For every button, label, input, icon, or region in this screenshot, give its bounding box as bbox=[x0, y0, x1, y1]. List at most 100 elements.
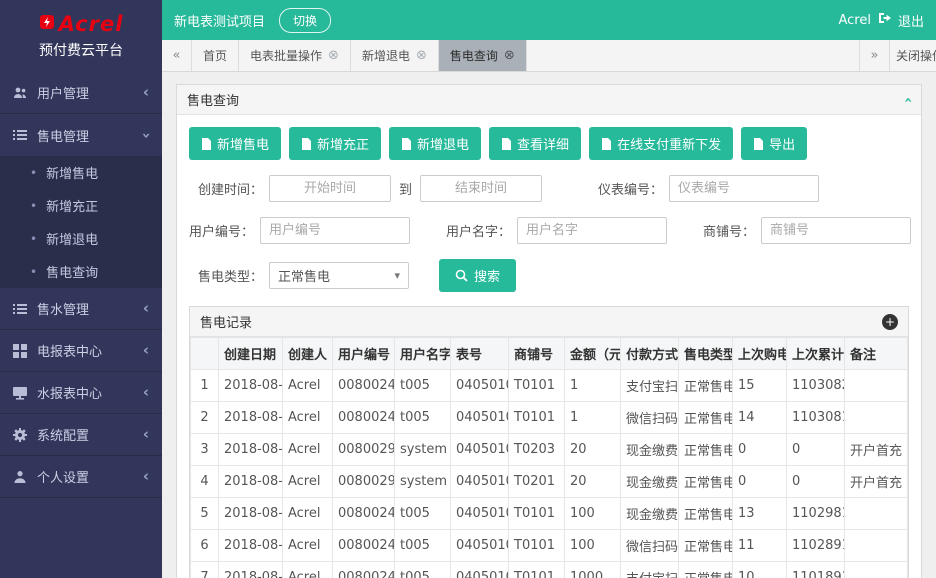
view-detail-button[interactable]: 查看详细 bbox=[489, 127, 581, 160]
table-cell: Acrel bbox=[283, 498, 333, 530]
user-no-input[interactable] bbox=[260, 217, 410, 244]
table-cell: 1102981. bbox=[787, 498, 845, 530]
table-cell: 0405010 bbox=[451, 370, 509, 402]
table-row[interactable]: 42018-08-Acrel0080029system0405010T02012… bbox=[191, 466, 908, 498]
table-cell: 正常售电 bbox=[679, 402, 733, 434]
sidebar-item-user-management[interactable]: 用户管理 ‹ bbox=[0, 72, 162, 114]
table-row[interactable]: 32018-08-Acrel0080029system0405010T02032… bbox=[191, 434, 908, 466]
tab-close-icon[interactable]: ⊗ bbox=[328, 48, 339, 63]
table-cell bbox=[845, 562, 908, 578]
sidebar-item-sale-query[interactable]: • 售电查询 bbox=[0, 255, 162, 288]
query-panel: 售电查询 ‹ 新增售电 新增充正 bbox=[176, 84, 922, 578]
table-cell: t005 bbox=[395, 370, 451, 402]
end-time-input[interactable] bbox=[420, 175, 542, 202]
table-cell: 开户首充 bbox=[845, 434, 908, 466]
chevron-left-icon: ‹ bbox=[143, 343, 149, 358]
sidebar-subitem-label: 新增退电 bbox=[46, 229, 98, 248]
search-button[interactable]: 搜索 bbox=[439, 259, 516, 292]
tab-home[interactable]: 首页 bbox=[192, 40, 239, 71]
table-cell: 现金缴费 bbox=[621, 466, 679, 498]
new-recharge-button[interactable]: 新增充正 bbox=[289, 127, 381, 160]
table-cell: 开户首充 bbox=[845, 466, 908, 498]
table-cell: 1103082. bbox=[787, 370, 845, 402]
online-pay-redispatch-button[interactable]: 在线支付重新下发 bbox=[589, 127, 733, 160]
sidebar-subitem-label: 新增售电 bbox=[46, 163, 98, 182]
tab-close-icon[interactable]: ⊗ bbox=[504, 48, 515, 63]
monitor-icon bbox=[13, 386, 37, 400]
tab-close-icon[interactable]: ⊗ bbox=[416, 48, 427, 63]
grid-icon bbox=[13, 344, 37, 358]
table-cell: t005 bbox=[395, 562, 451, 578]
sidebar-item-water-report-center[interactable]: 水报表中心 ‹ bbox=[0, 372, 162, 414]
sidebar-item-label: 电报表中心 bbox=[37, 341, 143, 360]
query-panel-title: 售电查询 bbox=[187, 90, 239, 109]
document-icon bbox=[201, 138, 212, 150]
sidebar-item-new-sale[interactable]: • 新增售电 bbox=[0, 156, 162, 189]
logo: Acrel 预付费云平台 bbox=[0, 0, 162, 72]
chevron-down-icon: ‹ bbox=[138, 132, 153, 138]
form-row-1: 创建时间： 到 仪表编号： bbox=[189, 175, 909, 202]
table-row[interactable]: 72018-08-Acrel0080024t0050405010T0101100… bbox=[191, 562, 908, 578]
table-cell: 1 bbox=[191, 370, 219, 402]
column-header: 备注 bbox=[845, 338, 908, 370]
document-icon bbox=[301, 138, 312, 150]
tab-meter-batch-ops[interactable]: 电表批量操作 ⊗ bbox=[239, 40, 351, 71]
sidebar-subitem-label: 新增充正 bbox=[46, 196, 98, 215]
logout-label[interactable]: 退出 bbox=[898, 11, 924, 30]
meter-no-input[interactable] bbox=[669, 175, 819, 202]
brand-name: Acrel bbox=[59, 12, 124, 36]
table-cell: 正常售电 bbox=[679, 498, 733, 530]
user-name-input[interactable] bbox=[517, 217, 667, 244]
table-row[interactable]: 52018-08-Acrel0080024t0050405010T0101100… bbox=[191, 498, 908, 530]
sale-type-select[interactable]: 正常售电 ▾ bbox=[269, 262, 409, 289]
query-panel-body: 新增售电 新增充正 新增退电 查看详细 bbox=[177, 115, 921, 578]
gear-icon bbox=[13, 428, 37, 442]
sidebar-item-label: 售水管理 bbox=[37, 299, 143, 318]
plus-icon[interactable]: + bbox=[882, 314, 898, 330]
search-button-label: 搜索 bbox=[474, 266, 500, 285]
user-no-label: 用户编号： bbox=[189, 221, 254, 240]
records-panel-title: 售电记录 bbox=[200, 312, 252, 331]
sidebar-item-new-recharge[interactable]: • 新增充正 bbox=[0, 189, 162, 222]
export-button[interactable]: 导出 bbox=[741, 127, 807, 160]
sidebar-item-personal-settings[interactable]: 个人设置 ‹ bbox=[0, 456, 162, 498]
table-cell: T0101 bbox=[509, 498, 565, 530]
close-operations-menu[interactable]: 关闭操作 bbox=[890, 40, 936, 71]
new-refund-button[interactable]: 新增退电 bbox=[389, 127, 481, 160]
tab-sale-query[interactable]: 售电查询 ⊗ bbox=[439, 40, 527, 71]
table-cell: 现金缴费 bbox=[621, 498, 679, 530]
table-cell: Acrel bbox=[283, 402, 333, 434]
tab-label: 新增退电 bbox=[362, 47, 410, 64]
shop-no-input[interactable] bbox=[761, 217, 911, 244]
table-cell: 15 bbox=[733, 370, 787, 402]
table-cell bbox=[845, 402, 908, 434]
sidebar-item-sale-management[interactable]: 售电管理 ‹ bbox=[0, 114, 162, 156]
bullet-icon: • bbox=[30, 166, 37, 180]
sidebar-item-system-config[interactable]: 系统配置 ‹ bbox=[0, 414, 162, 456]
table-cell: 0405010 bbox=[451, 498, 509, 530]
sidebar-item-water-management[interactable]: 售水管理 ‹ bbox=[0, 288, 162, 330]
table-row[interactable]: 12018-08-Acrel0080024t0050405010T01011支付… bbox=[191, 370, 908, 402]
sidebar-item-new-refund[interactable]: • 新增退电 bbox=[0, 222, 162, 255]
logout-icon[interactable] bbox=[878, 12, 891, 28]
table-row[interactable]: 22018-08-Acrel0080024t0050405010T01011微信… bbox=[191, 402, 908, 434]
table-cell: 支付宝扫码 bbox=[621, 370, 679, 402]
table-cell: 100 bbox=[565, 498, 621, 530]
column-header: 付款方式 bbox=[621, 338, 679, 370]
tab-new-refund[interactable]: 新增退电 ⊗ bbox=[351, 40, 439, 71]
table-cell: 2018-08- bbox=[219, 434, 283, 466]
table-row[interactable]: 62018-08-Acrel0080024t0050405010T0101100… bbox=[191, 530, 908, 562]
table-cell: 2018-08- bbox=[219, 498, 283, 530]
sidebar-item-electric-report-center[interactable]: 电报表中心 ‹ bbox=[0, 330, 162, 372]
chevron-left-icon: ‹ bbox=[143, 85, 149, 100]
new-sale-button[interactable]: 新增售电 bbox=[189, 127, 281, 160]
table-cell: 微信扫码支 bbox=[621, 402, 679, 434]
switch-project-button[interactable]: 切换 bbox=[279, 8, 331, 33]
collapse-panel-icon[interactable]: ‹ bbox=[901, 97, 915, 103]
tabs-scroll-right-icon[interactable]: » bbox=[860, 40, 890, 71]
table-cell: 0080029 bbox=[333, 434, 395, 466]
table-cell: 2018-08- bbox=[219, 466, 283, 498]
tabs-scroll-left-icon[interactable]: « bbox=[162, 40, 192, 71]
start-time-input[interactable] bbox=[269, 175, 391, 202]
platform-name: 预付费云平台 bbox=[0, 40, 162, 60]
